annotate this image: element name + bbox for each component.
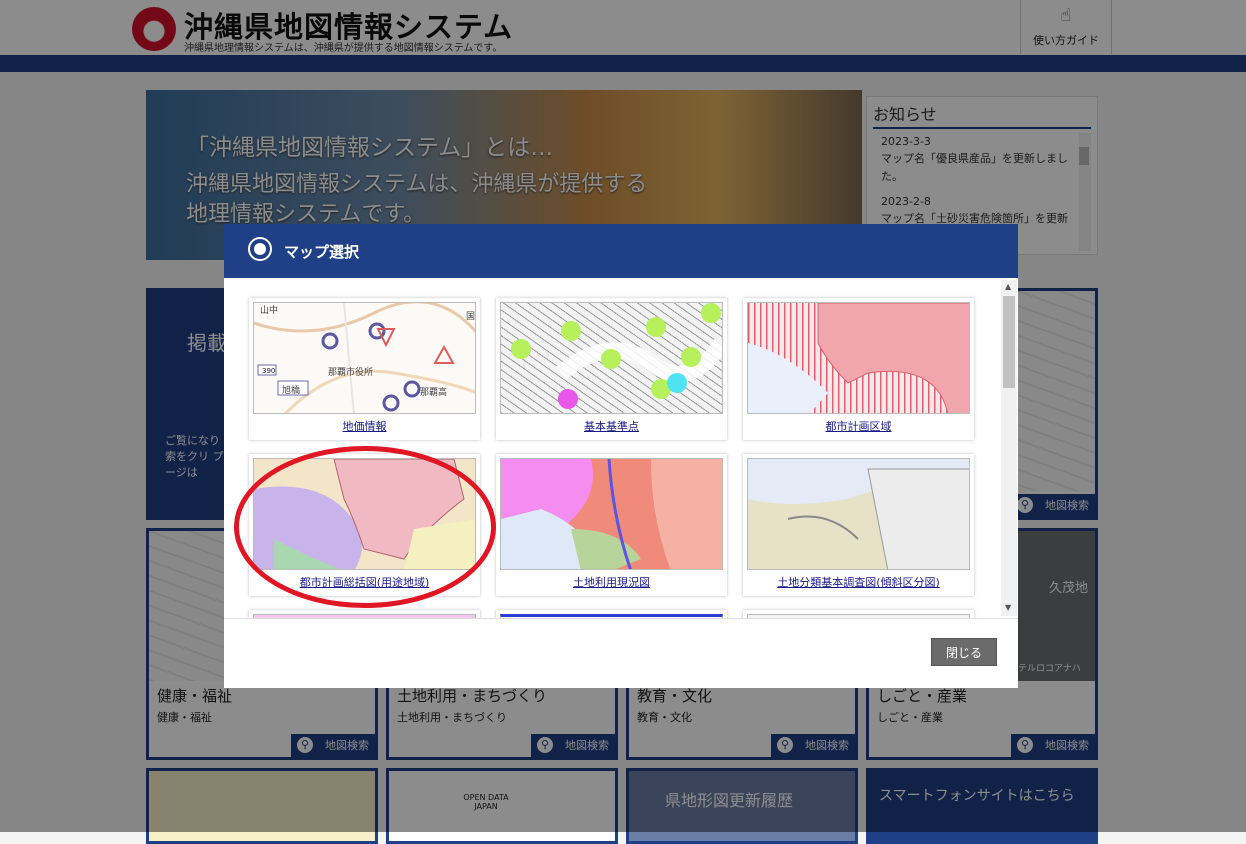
- thumb-place-label: 山中: [260, 306, 279, 316]
- scroll-down-arrow-icon[interactable]: ▼: [1005, 603, 1011, 612]
- globe-icon: [248, 237, 272, 261]
- map-thumbnail[interactable]: 390 旭橋 那覇市役所 那覇高 山中 国: [253, 302, 476, 414]
- map-card[interactable]: 土地分類基本調査図(傾斜区分図): [743, 454, 974, 596]
- map-link-city-planning-area[interactable]: 都市計画区域: [743, 418, 974, 434]
- map-thumbnail[interactable]: [747, 458, 970, 570]
- map-card[interactable]: [496, 610, 727, 618]
- thumb-place-label: 那覇高: [420, 388, 448, 398]
- map-thumbnail[interactable]: [500, 302, 723, 414]
- slope-classification-thumb: [748, 459, 969, 569]
- map-link-slope[interactable]: 土地分類基本調査図(傾斜区分図): [743, 574, 974, 590]
- dialog-title: マップ選択: [284, 243, 360, 261]
- map-thumbnail[interactable]: [747, 302, 970, 414]
- city-planning-area-thumb: [748, 303, 969, 413]
- map-card[interactable]: 都市計画区域: [743, 298, 974, 440]
- map-thumbnail[interactable]: [500, 458, 723, 570]
- land-use-current-thumb: [501, 459, 722, 569]
- scroll-up-arrow-icon[interactable]: ▲: [1005, 282, 1011, 291]
- map-link-land-price[interactable]: 地価情報: [249, 418, 480, 434]
- route-number: 390: [262, 367, 276, 375]
- map-link-control-points[interactable]: 基本基準点: [496, 418, 727, 434]
- dialog-scroll-thumb[interactable]: [1003, 296, 1015, 388]
- map-card[interactable]: 390 旭橋 那覇市役所 那覇高 山中 国 地価情報: [249, 298, 480, 440]
- thumb-place-label: 国: [466, 312, 476, 322]
- thumb-place-label: 那覇市役所: [328, 368, 374, 378]
- map-link-land-use[interactable]: 土地利用現況図: [496, 574, 727, 590]
- control-point-map-thumb: [511, 303, 722, 409]
- thumb-place-label: 旭橋: [282, 386, 301, 396]
- map-card[interactable]: 土地利用現況図: [496, 454, 727, 596]
- map-thumbnail[interactable]: [747, 614, 970, 618]
- map-thumbnail[interactable]: [500, 614, 723, 618]
- map-card[interactable]: 基本基準点: [496, 298, 727, 440]
- map-thumbnail[interactable]: [253, 614, 476, 618]
- map-card[interactable]: [249, 610, 480, 618]
- close-button[interactable]: 閉じる: [931, 638, 997, 666]
- highlight-annotation: [234, 446, 496, 608]
- map-card[interactable]: [743, 610, 974, 618]
- dialog-header: マップ選択: [224, 224, 1018, 278]
